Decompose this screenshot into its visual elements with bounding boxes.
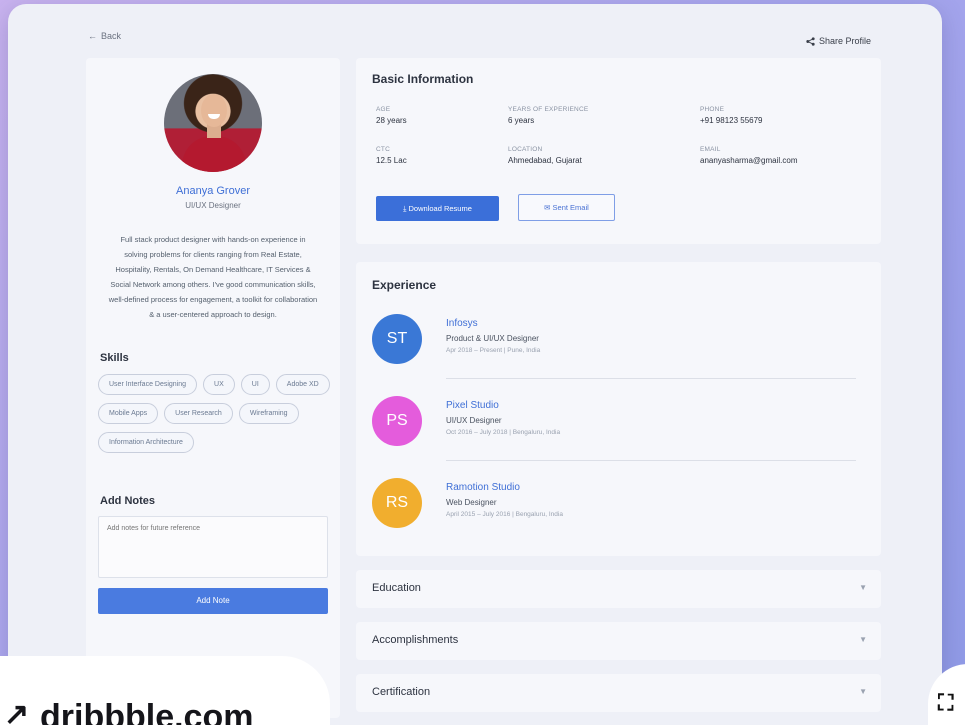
basic-info-heading: Basic Information — [372, 72, 474, 86]
app-window: ← Back Share Profile Ananya Grover UI/UX… — [8, 4, 942, 725]
skill-chip[interactable]: UX — [203, 374, 235, 395]
chevron-down-icon: ▼ — [859, 583, 867, 592]
certification-section[interactable]: Certification ▼ — [356, 674, 881, 712]
share-icon — [806, 36, 815, 46]
divider — [446, 378, 856, 379]
info-experience: YEARS OF EXPERIENCE 6 years — [508, 106, 589, 125]
experience-dates: Oct 2016 – July 2018 | Bengaluru, India — [446, 429, 561, 436]
experience-dates: April 2015 – July 2016 | Bengaluru, Indi… — [446, 511, 563, 518]
chevron-down-icon: ▼ — [859, 635, 867, 644]
skills-heading: Skills — [100, 352, 129, 364]
section-title: Education — [372, 582, 421, 594]
experience-item: ST Infosys Product & UI/UX Designer Apr … — [372, 314, 862, 394]
skill-chip[interactable]: UI — [240, 374, 270, 395]
share-label: Share Profile — [819, 36, 872, 46]
accomplishments-section[interactable]: Accomplishments ▼ — [356, 622, 881, 660]
skill-chip[interactable]: Adobe XD — [275, 374, 330, 395]
info-phone: PHONE +91 98123 55679 — [700, 106, 763, 125]
info-email: EMAIL ananyasharma@gmail.com — [700, 146, 798, 165]
skill-chip[interactable]: User Research — [164, 403, 233, 424]
experience-item: PS Pixel Studio UI/UX Designer Oct 2016 … — [372, 396, 862, 476]
mail-icon: ✉ — [544, 203, 551, 212]
add-note-button[interactable]: Add Note — [98, 588, 328, 614]
section-title: Accomplishments — [372, 634, 459, 646]
skill-chip[interactable]: User Interface Designing — [98, 374, 198, 395]
experience-dates: Apr 2018 – Present | Pune, India — [446, 347, 541, 354]
skill-chip[interactable]: Information Architecture — [98, 432, 194, 453]
company-link[interactable]: Ramotion Studio — [446, 482, 520, 493]
back-link[interactable]: ← Back — [88, 31, 121, 41]
experience-card: Experience ST Infosys Product & UI/UX De… — [356, 262, 881, 556]
notes-input[interactable] — [98, 516, 328, 578]
profile-panel: Ananya Grover UI/UX Designer Full stack … — [86, 58, 340, 718]
skill-chip[interactable]: Mobile Apps — [98, 403, 159, 424]
back-label: Back — [101, 31, 122, 41]
company-avatar: PS — [372, 396, 422, 446]
download-icon: ⤓ — [403, 204, 407, 213]
profile-role: UI/UX Designer — [185, 201, 241, 210]
skill-chip[interactable]: Wireframing — [238, 403, 299, 424]
chevron-down-icon: ▼ — [859, 687, 867, 696]
company-avatar: RS — [372, 478, 422, 528]
profile-bio: Full stack product designer with hands-o… — [108, 235, 318, 319]
visual-search-icon[interactable]: ⛶ — [938, 690, 953, 716]
skills-list: User Interface Designing UX UI Adobe XD … — [98, 374, 330, 453]
experience-role: Web Designer — [446, 498, 497, 507]
experience-heading: Experience — [372, 278, 437, 292]
company-link[interactable]: Pixel Studio — [446, 400, 499, 411]
section-title: Certification — [372, 686, 431, 698]
profile-name: Ananya Grover — [176, 185, 250, 197]
experience-role: Product & UI/UX Designer — [446, 334, 539, 343]
notes-heading: Add Notes — [100, 495, 155, 507]
avatar — [164, 74, 262, 172]
send-email-button[interactable]: ✉ Sent Email — [518, 194, 615, 221]
info-age: AGE 28 years — [376, 106, 407, 125]
external-link-icon: ↗ — [4, 698, 30, 725]
experience-role: UI/UX Designer — [446, 416, 502, 425]
education-section[interactable]: Education ▼ — [356, 570, 881, 608]
download-resume-button[interactable]: ⤓ Download Resume — [376, 196, 499, 221]
share-profile-button[interactable]: Share Profile — [806, 36, 871, 46]
divider — [446, 460, 856, 461]
company-avatar: ST — [372, 314, 422, 364]
arrow-left-icon: ← — [88, 31, 97, 41]
info-ctc: CTC 12.5 Lac — [376, 146, 407, 165]
company-link[interactable]: Infosys — [446, 318, 478, 329]
basic-info-card: Basic Information AGE 28 years YEARS OF … — [356, 58, 881, 244]
source-link[interactable]: dribbble.com — [40, 700, 253, 725]
info-location: LOCATION Ahmedabad, Gujarat — [508, 146, 582, 165]
experience-item: RS Ramotion Studio Web Designer April 20… — [372, 478, 862, 558]
